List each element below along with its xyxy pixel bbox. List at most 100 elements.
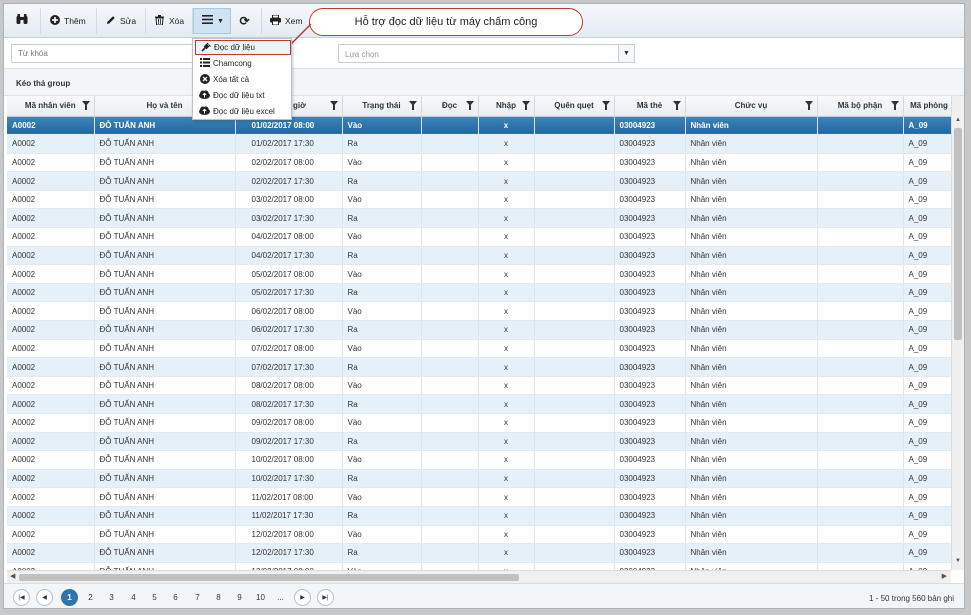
- find-button[interactable]: [4, 8, 41, 34]
- select-placeholder: Lựa chọn: [345, 50, 379, 59]
- add-button[interactable]: Thêm: [41, 8, 97, 34]
- filter-icon[interactable]: [329, 101, 338, 110]
- scroll-up-icon[interactable]: ▲: [955, 117, 961, 123]
- horizontal-scrollbar[interactable]: ◀ ▶: [7, 570, 951, 583]
- table-row[interactable]: A0002 ĐỖ TUẤN ANH 03/02/2017 17:30 Ra x 03004…: [7, 208, 951, 229]
- group-drop-zone[interactable]: Kéo thả group: [4, 68, 964, 96]
- edit-button[interactable]: Sửa: [97, 8, 146, 34]
- filter-icon[interactable]: [521, 101, 530, 110]
- table-cell: [817, 543, 904, 563]
- caret-down-icon: ▼: [217, 17, 224, 25]
- column-header[interactable]: Quên quẹt: [534, 96, 615, 117]
- table-cell: [817, 264, 904, 284]
- first-page-button[interactable]: |◀: [13, 589, 30, 606]
- table-row[interactable]: A0002 ĐỖ TUẤN ANH 04/02/2017 17:30 Ra x 03004…: [7, 246, 951, 266]
- filter-icon[interactable]: [465, 101, 474, 110]
- column-header[interactable]: Chức vụ: [685, 96, 818, 117]
- filter-icon[interactable]: [804, 101, 813, 110]
- table-row[interactable]: A0002 ĐỖ TUẤN ANH 06/02/2017 17:30 Ra x 03004…: [7, 320, 951, 340]
- delete-button[interactable]: Xóa: [146, 8, 193, 34]
- prev-page-button[interactable]: ◀: [36, 589, 53, 606]
- table-cell: x: [478, 543, 535, 563]
- table-cell: [817, 190, 904, 210]
- table-cell: A_09: [903, 469, 951, 489]
- page-number-button[interactable]: 4: [125, 589, 142, 606]
- table-row[interactable]: A0002 ĐỖ TUẤN ANH 07/02/2017 08:00 Vào x 0300…: [7, 339, 951, 359]
- menu-item-read-data[interactable]: Đọc dữ liệu: [195, 40, 291, 55]
- scroll-down-icon[interactable]: ▼: [955, 558, 961, 564]
- column-header[interactable]: Trạng thái: [342, 96, 422, 117]
- table-cell: x: [478, 116, 535, 136]
- table-row[interactable]: A0002ĐỖ TUẤN ANH13/02/2017 08:00Vào x 0300…: [7, 562, 951, 570]
- table-cell: ĐỖ TUẤN ANH: [94, 487, 236, 507]
- page-number-button[interactable]: 8: [210, 589, 227, 606]
- table-row[interactable]: A0002 ĐỖ TUẤN ANH 12/02/2017 17:30 Ra x 03004…: [7, 543, 951, 563]
- filter-icon[interactable]: [672, 101, 681, 110]
- table-row[interactable]: A0002 ĐỖ TUẤN ANH 09/02/2017 08:00 Vào x 0300…: [7, 413, 951, 433]
- filter-icon[interactable]: [408, 101, 417, 110]
- table-cell: 01/02/2017 17:30: [235, 134, 343, 154]
- scroll-right-icon[interactable]: ▶: [942, 572, 947, 580]
- page-number-button[interactable]: 10: [252, 589, 269, 606]
- page-number-button[interactable]: 7: [189, 589, 206, 606]
- menu-item-clear-all[interactable]: Xóa tất cả: [195, 72, 291, 87]
- table-cell: x: [478, 469, 535, 489]
- scroll-thumb[interactable]: [954, 128, 962, 340]
- table-row[interactable]: A0002 ĐỖ TUẤN ANH 11/02/2017 08:00 Vào x 0300…: [7, 487, 951, 507]
- table-row[interactable]: A0002 ĐỖ TUẤN ANH 05/02/2017 17:30 Ra x 03004…: [7, 283, 951, 303]
- option-select[interactable]: Lựa chọn ▼: [338, 44, 635, 63]
- filter-icon[interactable]: [601, 101, 610, 110]
- column-header[interactable]: Mã nhân viên: [7, 96, 95, 117]
- table-row[interactable]: A0002 ĐỖ TUẤN ANH 02/02/2017 17:30 Ra x 03004…: [7, 171, 951, 191]
- refresh-button[interactable]: ⟳: [231, 8, 262, 34]
- keyword-search-input[interactable]: [11, 44, 211, 63]
- table-row[interactable]: A0002 ĐỖ TUẤN ANH 06/02/2017 08:00 Vào x 0300…: [7, 301, 951, 322]
- more-menu-button[interactable]: ▼: [193, 8, 231, 34]
- page-number-button[interactable]: 5: [146, 589, 163, 606]
- select-dropdown-button[interactable]: ▼: [618, 45, 634, 62]
- table-row[interactable]: A0002 ĐỖ TUẤN ANH 09/02/2017 17:30 Ra x 03004…: [7, 432, 951, 452]
- table-row[interactable]: A0002 ĐỖ TUẤN ANH 10/02/2017 17:30 Ra x 03004…: [7, 469, 951, 489]
- scroll-thumb[interactable]: [19, 574, 519, 581]
- page-number-button[interactable]: ...: [272, 589, 289, 606]
- table-cell: Ra: [342, 394, 422, 414]
- menu-item-chamcong[interactable]: Chamcong: [195, 56, 291, 71]
- table-row[interactable]: A0002 ĐỖ TUẤN ANH 11/02/2017 17:30 Ra x 03004…: [7, 506, 951, 526]
- table-cell: ĐỖ TUẤN ANH: [94, 432, 236, 452]
- column-header[interactable]: Mã phòng: [903, 96, 951, 117]
- column-header[interactable]: Nhập: [478, 96, 535, 117]
- table-row[interactable]: A0002 ĐỖ TUẤN ANH 08/02/2017 17:30 Ra x 03004…: [7, 394, 951, 414]
- table-cell: [817, 134, 904, 154]
- table-cell: Ra: [342, 506, 422, 526]
- column-header[interactable]: Mã bộ phận: [817, 96, 904, 117]
- table-row[interactable]: A0002 ĐỖ TUẤN ANH 10/02/2017 08:00 Vào x 0300…: [7, 450, 951, 470]
- table-row[interactable]: A0002 ĐỖ TUẤN ANH 03/02/2017 08:00 Vào x 0300…: [7, 190, 951, 210]
- vertical-scrollbar[interactable]: ▲ ▼: [951, 96, 964, 570]
- table-row[interactable]: A0002 ĐỖ TUẤN ANH 01/02/2017 17:30 Ra x 03004…: [7, 134, 951, 154]
- scroll-left-icon[interactable]: ◀: [10, 572, 15, 580]
- table-row[interactable]: A0002 ĐỖ TUẤN ANH 02/02/2017 08:00 Vào x 0300…: [7, 153, 951, 173]
- table-cell: Nhân viên: [685, 246, 818, 266]
- menu-item-read-txt[interactable]: Đọc dữ liệu txt: [195, 88, 291, 103]
- table-row[interactable]: A0002 ĐỖ TUẤN ANH 05/02/2017 08:00 Vào x 0300…: [7, 264, 951, 284]
- filter-icon[interactable]: [890, 101, 899, 110]
- table-row[interactable]: A0002 ĐỖ TUẤN ANH 12/02/2017 08:00 Vào x 0300…: [7, 525, 951, 545]
- table-cell: x: [478, 283, 535, 303]
- table-cell: [421, 171, 479, 191]
- next-page-button[interactable]: ▶: [294, 589, 311, 606]
- column-header[interactable]: Đọc: [421, 96, 479, 117]
- table-row[interactable]: A0002 ĐỖ TUẤN ANH 07/02/2017 17:30 Ra x 03004…: [7, 357, 951, 377]
- column-header[interactable]: Mã thẻ: [614, 96, 686, 117]
- page-number-button[interactable]: 3: [103, 589, 120, 606]
- table-row[interactable]: A0002 ĐỖ TUẤN ANH 04/02/2017 08:00 Vào x 0300…: [7, 227, 951, 247]
- filter-icon[interactable]: [81, 101, 90, 110]
- menu-item-read-excel[interactable]: Đọc dữ liệu excel: [195, 104, 291, 119]
- page-number-button[interactable]: 2: [82, 589, 99, 606]
- page-number-button[interactable]: 1: [61, 589, 78, 606]
- page-number-button[interactable]: 9: [231, 589, 248, 606]
- table-row[interactable]: A0002 ĐỖ TUẤN ANH 01/02/2017 08:00 Vào x 0300…: [7, 116, 951, 136]
- table-row[interactable]: A0002 ĐỖ TUẤN ANH 08/02/2017 08:00 Vào x 0300…: [7, 376, 951, 396]
- last-page-button[interactable]: ▶|: [317, 589, 334, 606]
- table-cell: A_09: [903, 562, 951, 570]
- page-number-button[interactable]: 6: [167, 589, 184, 606]
